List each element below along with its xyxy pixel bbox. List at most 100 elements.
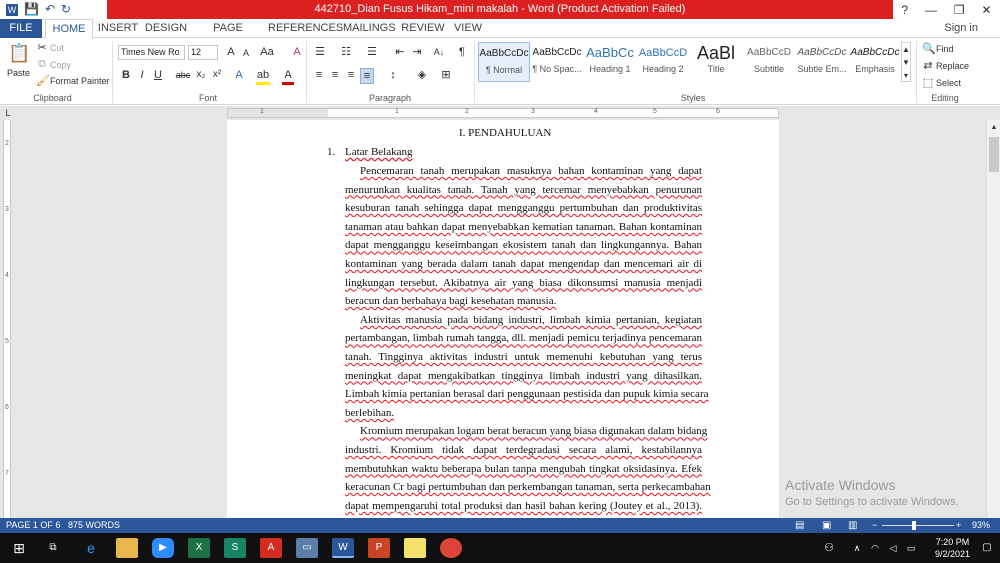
word-count[interactable]: 875 WORDS	[68, 518, 120, 533]
tab-mailings[interactable]: MAILINGS	[343, 19, 396, 38]
page-count[interactable]: PAGE 1 OF 6	[6, 518, 60, 533]
multilevel-list-icon[interactable]: ☰	[364, 45, 380, 59]
show-formatting-icon[interactable]: ¶	[456, 45, 468, 59]
paste-button[interactable]: Paste	[7, 68, 30, 78]
font-color-icon[interactable]: A	[282, 68, 294, 85]
vertical-scrollbar[interactable]: ▲	[986, 120, 1000, 518]
tab-references[interactable]: REFERENCES	[268, 19, 343, 38]
zoom-app-icon[interactable]: ▶	[152, 538, 174, 558]
tab-page-layout[interactable]: PAGE LAYOUT	[193, 19, 263, 53]
clock[interactable]: 7:20 PM 9/2/2021	[935, 536, 970, 560]
borders-icon[interactable]: ⊞	[438, 68, 454, 82]
style-emphasis[interactable]: AaBbCcDc Emphasis	[849, 42, 901, 82]
sticky-notes-icon[interactable]	[404, 538, 426, 558]
close-button[interactable]: ✕	[981, 3, 991, 17]
style-heading-2[interactable]: AaBbCcD Heading 2	[637, 42, 689, 82]
tab-design[interactable]: DESIGN	[144, 19, 188, 38]
highlight-icon[interactable]: ab	[256, 68, 270, 85]
superscript-button[interactable]: x²	[210, 68, 224, 82]
align-right-icon[interactable]: ≡	[344, 68, 358, 82]
increase-indent-icon[interactable]: ⇥	[410, 45, 424, 59]
style-no-spacing[interactable]: AaBbCcDc ¶ No Spac...	[531, 42, 583, 82]
ruler-number: 1	[395, 108, 399, 115]
style-heading-1[interactable]: AaBbCc Heading 1	[584, 42, 636, 82]
acrobat-icon[interactable]: A	[260, 538, 282, 558]
file-explorer-icon[interactable]	[116, 538, 138, 558]
align-left-icon[interactable]: ≡	[312, 68, 326, 82]
tab-view[interactable]: VIEW	[450, 19, 486, 38]
text-line: tanah. Tingginya aktivitas industri untu…	[345, 351, 702, 363]
read-mode-icon[interactable]: ▤	[795, 518, 804, 533]
scroll-up-icon[interactable]: ▲	[989, 121, 999, 135]
justify-icon[interactable]: ≡	[360, 68, 374, 84]
horizontal-ruler[interactable]: 1 1 2 3 4 5 6	[227, 108, 779, 118]
italic-button[interactable]: I	[136, 68, 148, 82]
task-view-icon[interactable]: ⧉	[42, 538, 64, 558]
paste-icon[interactable]: 📋	[8, 42, 30, 64]
minimize-button[interactable]: —	[925, 3, 937, 17]
subscript-button[interactable]: x₂	[194, 68, 208, 82]
clear-formatting-icon[interactable]: A	[290, 45, 304, 59]
strikethrough-button[interactable]: abc	[174, 68, 192, 82]
select-button[interactable]: Select	[936, 78, 961, 88]
restore-button[interactable]: ❐	[954, 3, 965, 17]
tab-home[interactable]: HOME	[45, 19, 93, 39]
excel-icon[interactable]: X	[188, 538, 210, 558]
zoom-slider-track[interactable]	[882, 525, 954, 526]
tab-selector-icon[interactable]: L	[2, 106, 14, 120]
sway-icon[interactable]: S	[224, 538, 246, 558]
decrease-indent-icon[interactable]: ⇤	[393, 45, 407, 59]
style-normal[interactable]: AaBbCcDc ¶ Normal	[478, 42, 530, 82]
format-painter-button[interactable]: Format Painter	[50, 76, 110, 86]
grow-font-button[interactable]: A	[224, 45, 238, 59]
bold-button[interactable]: B	[120, 68, 132, 82]
style-title[interactable]: AaBl Title	[690, 42, 742, 82]
font-name-combo[interactable]: Times New Ro	[118, 45, 185, 60]
start-icon[interactable]: ⊞	[8, 538, 30, 558]
battery-icon[interactable]: ▭	[900, 538, 922, 558]
line-spacing-icon[interactable]: ↕	[384, 68, 402, 82]
chrome-icon[interactable]	[440, 538, 462, 558]
sort-icon[interactable]: A↓	[432, 45, 446, 59]
style-subtitle[interactable]: AaBbCcD Subtitle	[743, 42, 795, 82]
cut-button[interactable]: Cut	[50, 43, 64, 53]
font-size-combo[interactable]: 12	[188, 45, 218, 60]
styles-group-label: Styles	[680, 93, 706, 103]
help-button[interactable]: ?	[901, 3, 908, 17]
vertical-ruler-track	[3, 120, 11, 518]
zoom-out-button[interactable]: −	[872, 518, 877, 533]
edge-icon[interactable]: e	[80, 538, 102, 558]
numbering-icon[interactable]: ☷	[338, 45, 354, 59]
replace-button[interactable]: Replace	[936, 61, 969, 71]
people-icon[interactable]: ⚇	[818, 538, 840, 558]
change-case-button[interactable]: Aa	[258, 45, 276, 59]
tab-review[interactable]: REVIEW	[400, 19, 446, 38]
zoom-in-button[interactable]: +	[956, 518, 961, 533]
print-layout-icon[interactable]: ▣	[822, 518, 831, 533]
styles-gallery-scroll[interactable]: ▲ ▼ ▾	[901, 42, 911, 82]
style-preview: AaBbCcDc	[532, 47, 582, 58]
shading-icon[interactable]: ◈	[414, 68, 430, 82]
document-page[interactable]: I. PENDAHULUAN 1. Latar Belakang Pencema…	[227, 120, 779, 518]
sign-in-link[interactable]: Sign in	[944, 19, 978, 38]
remote-desktop-icon[interactable]: ▭	[296, 538, 318, 558]
text-line: keracunan Cr bagi pertumbuhan dan perkem…	[345, 481, 711, 494]
notifications-icon[interactable]: ▢	[976, 538, 998, 558]
style-name: Heading 2	[642, 64, 684, 74]
shrink-font-button[interactable]: A	[240, 46, 252, 60]
underline-button[interactable]: U	[152, 68, 164, 82]
powerpoint-icon[interactable]: P	[368, 538, 390, 558]
scrollbar-thumb[interactable]	[989, 137, 999, 172]
zoom-slider-thumb[interactable]	[912, 521, 916, 530]
zoom-level[interactable]: 93%	[972, 518, 990, 533]
web-layout-icon[interactable]: ▥	[848, 518, 857, 533]
tab-file[interactable]: FILE	[0, 19, 42, 38]
copy-button[interactable]: Copy	[50, 60, 71, 70]
word-icon[interactable]: W	[332, 538, 354, 558]
style-subtle-emphasis[interactable]: AaBbCcDc Subtle Em...	[796, 42, 848, 82]
find-button[interactable]: Find	[936, 44, 954, 54]
text-effects-icon[interactable]: A	[232, 68, 246, 82]
tab-insert[interactable]: INSERT	[96, 19, 140, 38]
center-icon[interactable]: ≡	[328, 68, 342, 82]
bullets-icon[interactable]: ☰	[312, 45, 328, 59]
